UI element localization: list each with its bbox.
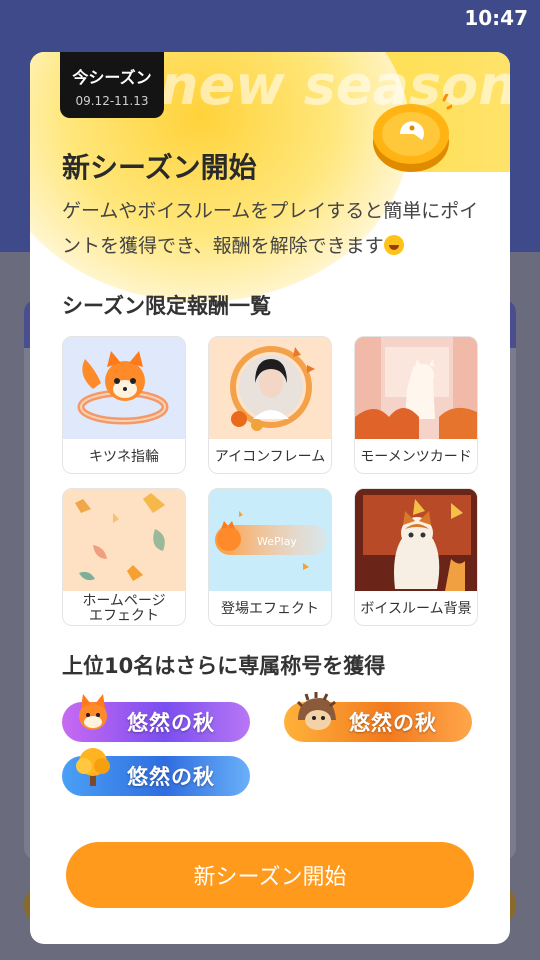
reward-item-voice-room-bg[interactable]: ボイスルーム背景	[354, 488, 478, 626]
reward-item-moments-card[interactable]: モーメンツカード	[354, 336, 478, 474]
reward-label: ボイスルーム背景	[360, 600, 472, 617]
hedgehog-icon	[296, 692, 336, 730]
badge-label: 悠然の秋	[127, 711, 215, 735]
badge-label: 悠然の秋	[349, 711, 437, 735]
season-tag-dates: 09.12-11.13	[75, 94, 149, 108]
homepage-effect-icon	[63, 489, 185, 591]
reward-label: ホームページ エフェクト	[82, 593, 166, 624]
reward-item-homepage-effect[interactable]: ホームページ エフェクト	[62, 488, 186, 626]
modal-title: 新シーズン開始	[62, 151, 257, 184]
modal-description: ゲームやボイスルームをプレイすると簡単にポイントを獲得でき、報酬を解除できます	[62, 194, 492, 264]
top10-section-title: 上位10名はさらに専属称号を獲得	[62, 654, 386, 678]
status-time: 10:47	[464, 6, 528, 30]
voice-room-bg-icon	[355, 489, 477, 591]
avatar-frame-icon	[209, 337, 331, 439]
tree-icon	[76, 748, 110, 786]
reward-item-fox-ring[interactable]: キツネ指輪	[62, 336, 186, 474]
rewards-section-title: シーズン限定報酬一覧	[62, 294, 271, 318]
weplay-text: WePlay	[257, 535, 297, 548]
fox-icon	[79, 694, 107, 730]
watermark: new season	[160, 54, 510, 117]
new-season-modal: new season 今シーズン 09.12-11.13 新シーズン開始 ゲーム…	[30, 52, 510, 944]
coin-icon	[373, 94, 452, 172]
description-text: ゲームやボイスルームをプレイすると簡単にポイントを獲得でき、報酬を解除できます	[62, 200, 479, 257]
reward-label: 登場エフェクト	[221, 600, 319, 617]
grinning-emoji-icon	[383, 235, 404, 255]
reward-item-entrance-effect[interactable]: WePlay 登場エフェクト	[208, 488, 332, 626]
reward-label: キツネ指輪	[89, 448, 159, 465]
reward-label: モーメンツカード	[360, 448, 472, 465]
reward-item-avatar-frame[interactable]: アイコンフレーム	[208, 336, 332, 474]
entrance-effect-icon: WePlay	[209, 489, 331, 591]
fox-ring-icon	[63, 337, 185, 439]
season-tag-label: 今シーズン	[72, 68, 152, 87]
current-season-tag: 今シーズン 09.12-11.13	[60, 52, 164, 118]
title-badge-hedgehog: 悠然の秋	[284, 692, 472, 742]
start-new-season-button[interactable]: 新シーズン開始	[66, 842, 474, 908]
title-badge-tree: 悠然の秋	[62, 748, 250, 796]
reward-label: アイコンフレーム	[214, 448, 326, 465]
title-badge-fox: 悠然の秋	[62, 694, 250, 742]
moments-card-icon	[355, 337, 477, 439]
badge-label: 悠然の秋	[127, 765, 215, 789]
